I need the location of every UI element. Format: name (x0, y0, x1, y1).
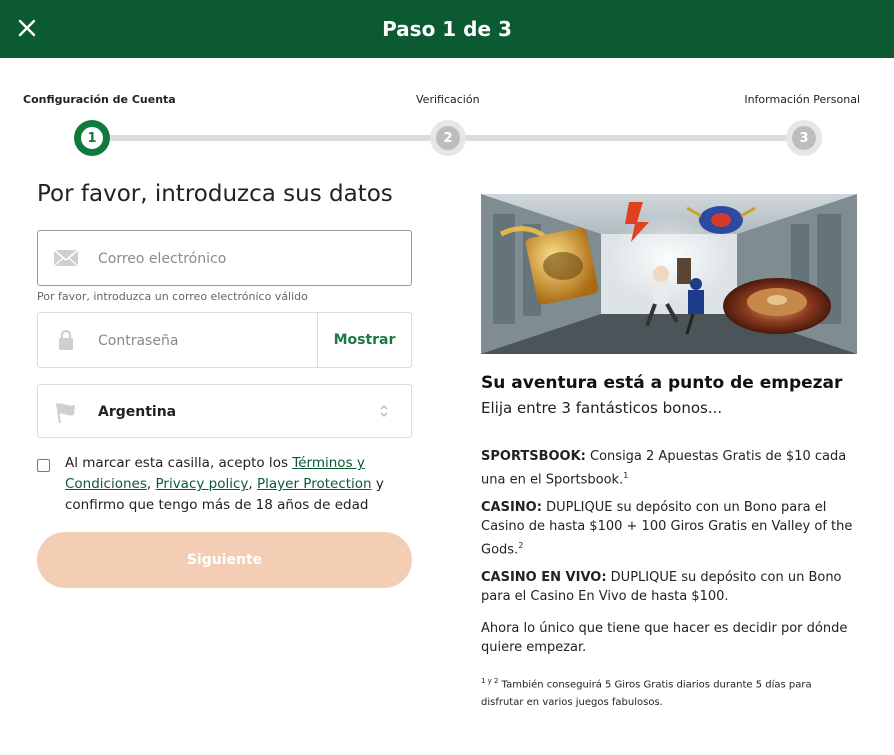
promo-closing-text: Ahora lo único que tiene que hacer es de… (481, 621, 848, 655)
promo-title: Su aventura está a punto de empezar (481, 373, 843, 393)
step-indicator-3: 3 (786, 120, 822, 156)
password-placeholder: Contraseña (98, 333, 179, 349)
envelope-icon (53, 249, 79, 267)
player-protection-link[interactable]: Player Protection (257, 476, 372, 492)
step-label-account: Configuración de Cuenta (23, 93, 176, 106)
lock-icon (59, 329, 73, 350)
bonus-footnote-marker: 1 (623, 471, 629, 480)
footnote-marker: 1 y 2 (481, 677, 499, 685)
footnote-text: También conseguirá 5 Giros Gratis diario… (481, 679, 812, 709)
promo-subtitle: Elija entre 3 fantásticos bonos... (481, 399, 723, 417)
bonus-label: SPORTSBOOK: (481, 449, 586, 464)
email-field[interactable]: Correo electrónico (37, 230, 412, 286)
country-value: Argentina (98, 404, 177, 420)
header-bar: Paso 1 de 3 (0, 0, 894, 58)
consent-sep: , (248, 476, 257, 492)
step-label-verification: Verificación (416, 93, 480, 106)
country-select[interactable]: Argentina (37, 384, 412, 438)
promo-footnote: 1 y 2 También conseguirá 5 Giros Gratis … (481, 672, 841, 712)
consent-text: Al marcar esta casilla, acepto los Térmi… (65, 453, 395, 516)
email-hint: Por favor, introduzca un correo electrón… (37, 290, 308, 303)
bonus-casino: CASINO: DUPLIQUE su depósito con un Bono… (481, 498, 861, 559)
bonus-footnote-marker: 2 (518, 541, 524, 550)
step-number-2: 2 (436, 126, 460, 150)
consent-checkbox[interactable] (37, 459, 50, 472)
step-number-1: 1 (80, 126, 104, 150)
step-indicator-2: 2 (430, 120, 466, 156)
email-placeholder: Correo electrónico (98, 251, 227, 267)
step-label-personal: Información Personal (744, 93, 860, 106)
consent-prefix: Al marcar esta casilla, acepto los (65, 455, 293, 471)
show-password-button[interactable]: Mostrar (317, 313, 411, 367)
privacy-policy-link[interactable]: Privacy policy (155, 476, 248, 492)
form-heading: Por favor, introduzca sus datos (37, 181, 393, 207)
promo-banner-image (481, 194, 857, 354)
bonus-label: CASINO: (481, 500, 542, 515)
bonus-label: CASINO EN VIVO: (481, 570, 607, 585)
bonus-sportsbook: SPORTSBOOK: Consiga 2 Apuestas Gratis de… (481, 447, 861, 489)
step-indicator-1: 1 (74, 120, 110, 156)
chevron-updown-icon (380, 405, 388, 417)
next-button[interactable]: Siguiente (37, 532, 412, 588)
bonus-live-casino: CASINO EN VIVO: DUPLIQUE su depósito con… (481, 568, 861, 606)
flag-icon (56, 402, 75, 424)
password-field[interactable]: Contraseña Mostrar (37, 312, 412, 368)
page-title: Paso 1 de 3 (382, 17, 512, 41)
step-number-3: 3 (792, 126, 816, 150)
